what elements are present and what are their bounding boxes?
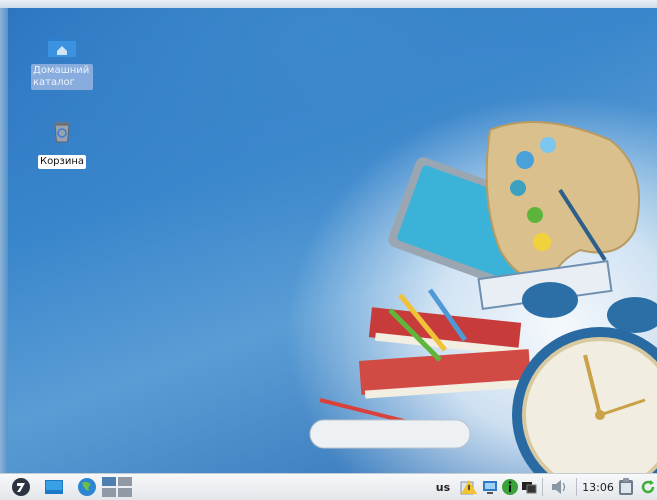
desktop-icon-trash[interactable]: Корзина: [31, 115, 93, 169]
workspace-switcher[interactable]: [102, 477, 132, 497]
folder-icon: [46, 30, 78, 62]
tray-separator: [542, 478, 543, 496]
desktop-icon-label: Корзина: [37, 155, 87, 169]
network-icon[interactable]: [481, 477, 499, 497]
refresh-icon[interactable]: [639, 477, 657, 497]
volume-icon[interactable]: [548, 477, 570, 497]
start-menu-icon[interactable]: [10, 477, 32, 497]
desktop-icon-home-folder[interactable]: Домашний каталог: [31, 30, 93, 90]
display-icon[interactable]: [520, 477, 538, 497]
taskbar: us 13:06: [0, 473, 657, 500]
info-icon[interactable]: [500, 477, 520, 497]
update-warning-icon[interactable]: [459, 477, 479, 497]
keyboard-layout-indicator[interactable]: us: [432, 477, 454, 497]
wallpaper-art: [309, 121, 657, 473]
clipboard-icon[interactable]: [617, 477, 635, 497]
show-desktop-icon[interactable]: [43, 477, 65, 497]
desktop[interactable]: Домашний каталог Корзина: [0, 0, 657, 473]
browser-icon[interactable]: [76, 477, 98, 497]
desktop-icon-label: Домашний каталог: [31, 64, 93, 90]
clock[interactable]: 13:06: [581, 477, 615, 497]
tray-separator: [576, 478, 577, 496]
trash-icon: [46, 115, 78, 147]
